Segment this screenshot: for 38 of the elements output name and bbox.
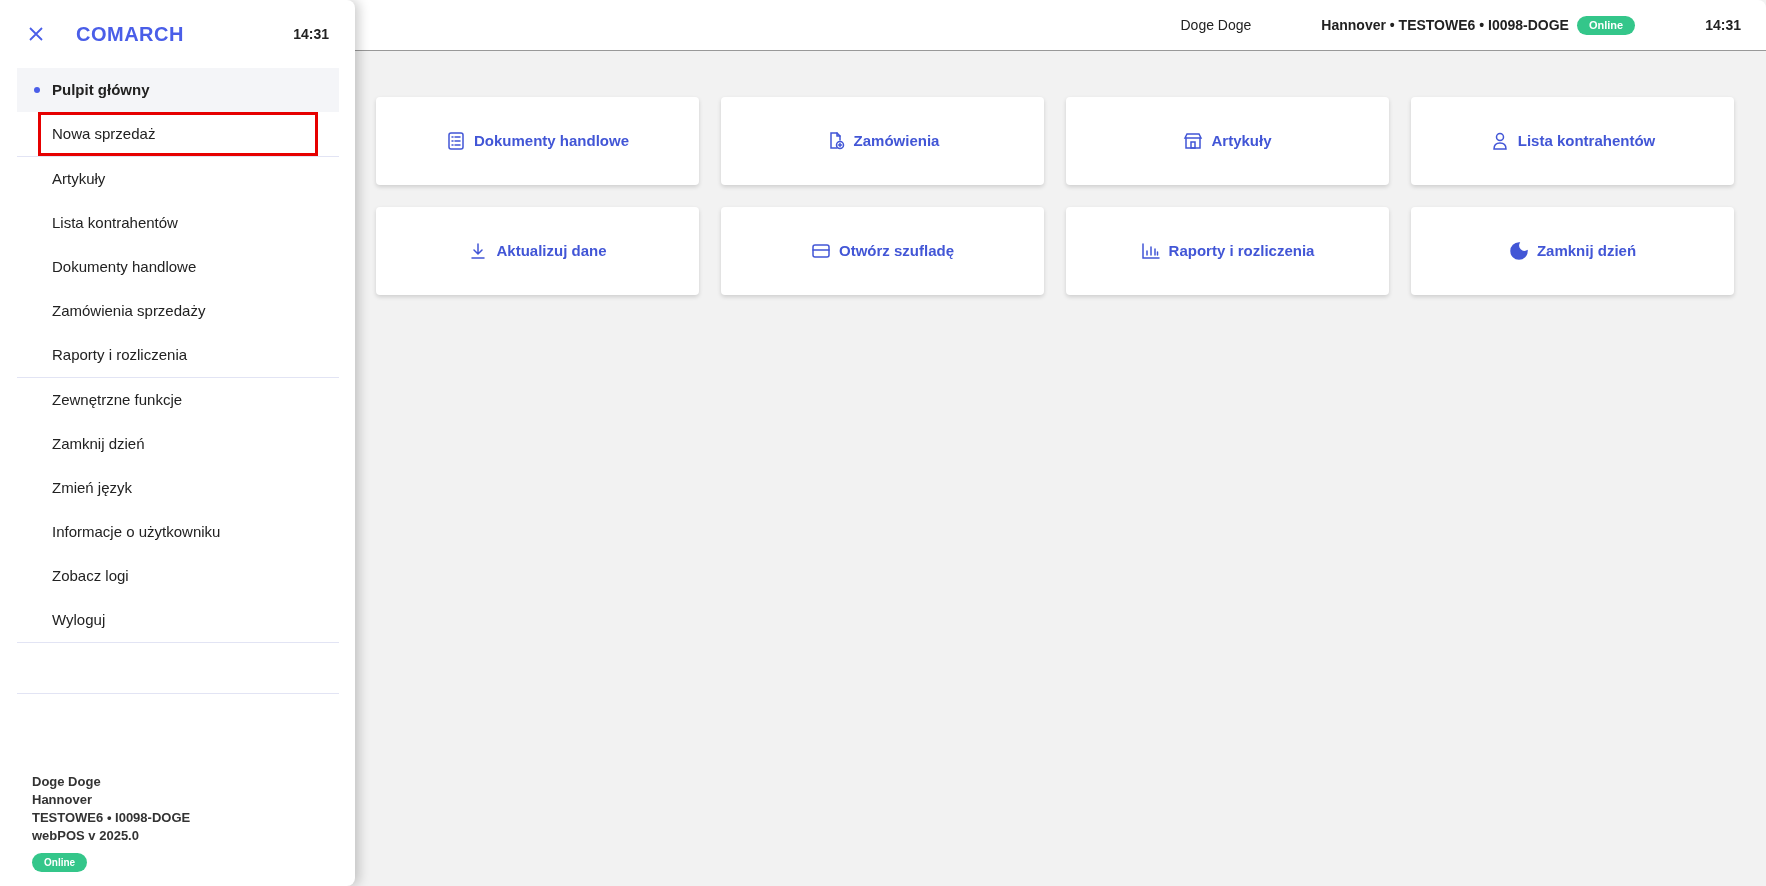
tile-button[interactable]: Dokumenty handlowe	[376, 97, 699, 185]
menu-item[interactable]: Lista kontrahentów	[17, 201, 339, 245]
clock-time: 14:31	[293, 24, 329, 44]
tile-button[interactable]: Raporty i rozliczenia	[1066, 207, 1389, 295]
close-icon[interactable]	[28, 26, 44, 42]
menu-item[interactable]: Zewnętrzne funkcje	[17, 378, 339, 422]
tile-button[interactable]: Zamknij dzień	[1411, 207, 1734, 295]
status-badge: Online	[1576, 15, 1636, 35]
user-name: Doge Doge	[1180, 15, 1252, 35]
tile-button[interactable]: Zamówienia	[721, 97, 1044, 185]
info-text: TESTOWE6 • I0098-DOGE	[31, 809, 192, 827]
menu-item[interactable]: Zobacz logi	[17, 554, 339, 598]
moon-icon	[1508, 241, 1529, 261]
status-badge: Online	[32, 853, 88, 872]
logo: COMARCH	[76, 22, 184, 47]
menu-item[interactable]: Informacje o użytkowniku	[17, 510, 339, 554]
tile-button[interactable]: Aktualizuj dane	[376, 207, 699, 295]
list-icon	[446, 131, 466, 151]
menu-item[interactable]: Dokumenty handlowe	[17, 245, 339, 289]
menu-item[interactable]: Artykuły	[17, 157, 339, 201]
tile-button[interactable]: Otwórz szufladę	[721, 207, 1044, 295]
menu-item[interactable]: Wyloguj	[17, 598, 339, 642]
info-text: webPOS v 2025.0	[31, 827, 140, 845]
card-icon	[811, 241, 831, 261]
menu-item[interactable]: Zamówienia sprzedaży	[17, 289, 339, 333]
bar-chart-icon	[1140, 241, 1161, 261]
info-text: Hannover	[31, 791, 93, 809]
tile-button[interactable]: Artykuły	[1066, 97, 1389, 185]
menu-item[interactable]: Zmień język	[17, 466, 339, 510]
menu-item[interactable]: Nowa sprzedaż	[38, 112, 318, 156]
menu-item[interactable]: Pulpit główny	[17, 68, 339, 112]
store-icon	[1183, 131, 1204, 151]
menu-item[interactable]: Zamknij dzień	[17, 422, 339, 466]
clock-time: 14:31	[1705, 15, 1741, 35]
location-text: Hannover • TESTOWE6 • I0098-DOGE	[1321, 15, 1569, 35]
info-text: Doge Doge	[31, 773, 102, 791]
tile-button[interactable]: Lista kontrahentów	[1411, 97, 1734, 185]
menu-item[interactable]: Raporty i rozliczenia	[17, 333, 339, 377]
